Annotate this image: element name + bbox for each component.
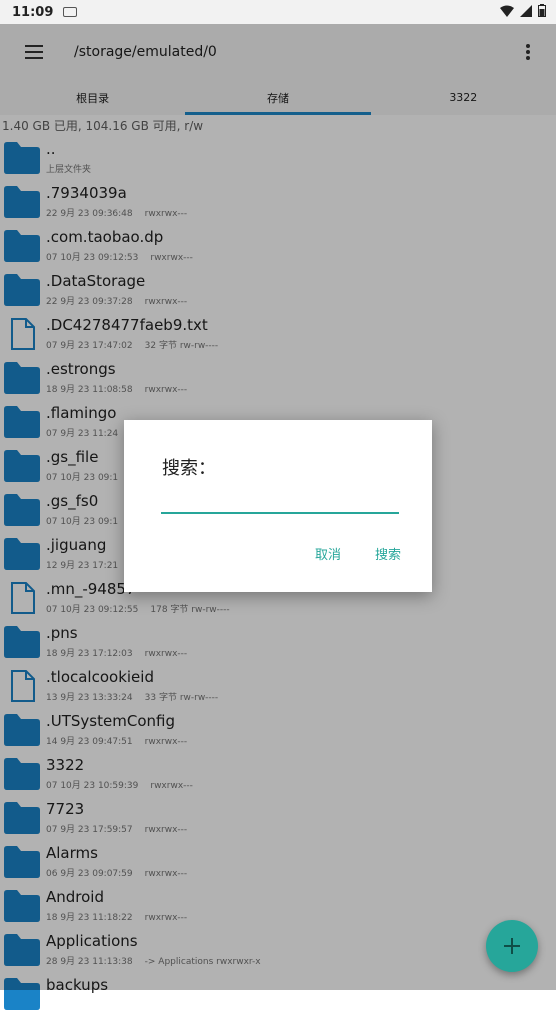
file-meta (46, 998, 70, 1008)
cancel-button[interactable]: 取消 (315, 544, 341, 563)
add-fab-button[interactable] (486, 920, 538, 972)
status-icons (500, 4, 546, 17)
wifi-icon (500, 5, 514, 17)
plus-icon (504, 938, 520, 954)
search-input[interactable] (161, 486, 399, 514)
signal-icon (520, 4, 532, 17)
search-button[interactable]: 搜索 (375, 544, 401, 563)
status-bar: 11:09 (0, 0, 556, 24)
dialog-title: 搜索： (162, 458, 216, 479)
status-time: 11:09 (12, 4, 54, 20)
battery-icon (538, 4, 546, 17)
notification-icon (63, 7, 78, 17)
search-dialog: 搜索： 取消 搜索 (124, 420, 432, 592)
